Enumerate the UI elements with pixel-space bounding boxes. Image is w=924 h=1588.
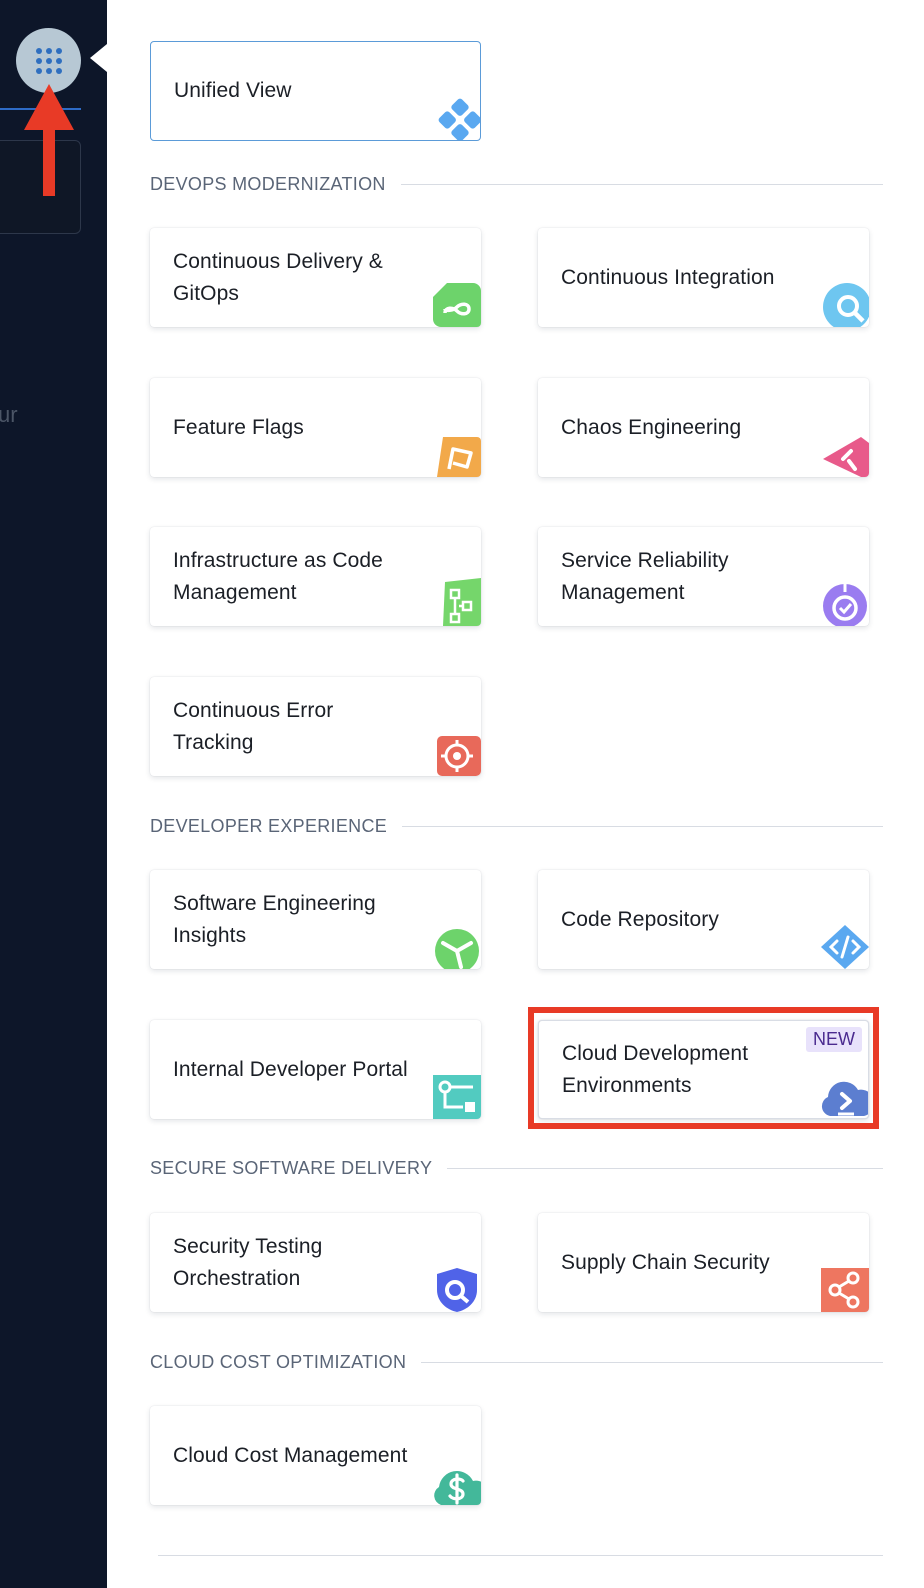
unified-view-icon (438, 98, 480, 140)
infinity-icon (433, 283, 481, 327)
tile-label: Security Testing Orchestration (173, 1234, 323, 1290)
section-devops-modernization: DEVOPS MODERNIZATION (150, 174, 883, 194)
section-title: SECURE SOFTWARE DELIVERY (150, 1157, 433, 1178)
tile-unified-view[interactable]: Unified View (150, 41, 481, 141)
section-divider (447, 1167, 883, 1169)
new-badge: NEW (806, 1027, 862, 1052)
tile-label: Infrastructure as Code Management (173, 548, 383, 604)
shield-search-icon (437, 1268, 477, 1312)
cloud-dollar-icon (434, 1471, 481, 1505)
share-nodes-icon (821, 1268, 869, 1312)
section-title: CLOUD COST OPTIMIZATION (150, 1351, 407, 1372)
tile-label: Cloud Development Environments (562, 1041, 749, 1097)
section-secure-software-delivery: SECURE SOFTWARE DELIVERY (150, 1158, 883, 1178)
left-sidebar: ur (0, 0, 107, 1588)
tile-label: Cloud Cost Management (173, 1443, 408, 1467)
tile-continuous-delivery[interactable]: Continuous Delivery & GitOps (150, 228, 481, 327)
section-title: DEVOPS MODERNIZATION (150, 173, 386, 194)
tile-cloud-development-environments[interactable]: NEW Cloud Development Environments (538, 1020, 869, 1119)
grid-dots-icon (35, 47, 62, 74)
section-title: DEVELOPER EXPERIENCE (150, 815, 388, 836)
chaos-icon (823, 437, 869, 477)
tile-label: Continuous Delivery & GitOps (173, 249, 383, 305)
tile-label: Service Reliability Management (561, 548, 729, 604)
srm-icon (823, 584, 867, 626)
tile-label: Continuous Integration (561, 265, 775, 289)
target-icon (437, 736, 481, 776)
bottom-divider (158, 1555, 883, 1556)
iac-icon (443, 578, 481, 626)
section-divider (402, 825, 883, 827)
tile-continuous-integration[interactable]: Continuous Integration (538, 228, 869, 327)
tile-label: Software Engineering Insights (173, 891, 376, 947)
tile-internal-developer-portal[interactable]: Internal Developer Portal (150, 1020, 481, 1119)
tile-continuous-error-tracking[interactable]: Continuous Error Tracking (150, 677, 481, 776)
tile-feature-flags[interactable]: Feature Flags (150, 378, 481, 477)
tile-label: Feature Flags (173, 415, 304, 439)
tile-supply-chain-security[interactable]: Supply Chain Security (538, 1213, 869, 1312)
tile-label: Internal Developer Portal (173, 1057, 408, 1081)
tile-service-reliability[interactable]: Service Reliability Management (538, 527, 869, 626)
sidebar-faded-text: ur (0, 402, 18, 427)
flag-icon (437, 437, 481, 477)
section-cloud-cost-optimization: CLOUD COST OPTIMIZATION (150, 1352, 883, 1372)
tile-label: Code Repository (561, 907, 719, 931)
sei-icon (435, 929, 479, 969)
tile-infrastructure-as-code[interactable]: Infrastructure as Code Management (150, 527, 481, 626)
section-divider (421, 1361, 883, 1363)
popover-pointer (90, 44, 107, 72)
section-divider (400, 183, 883, 185)
tile-label: Chaos Engineering (561, 415, 742, 439)
tile-label: Continuous Error Tracking (173, 698, 334, 754)
tile-code-repository[interactable]: Code Repository (538, 870, 869, 969)
idp-icon (433, 1075, 481, 1119)
tile-chaos-engineering[interactable]: Chaos Engineering (538, 378, 869, 477)
annotation-arrow (24, 84, 74, 196)
tile-cloud-cost-management[interactable]: Cloud Cost Management (150, 1406, 481, 1505)
code-icon (821, 925, 869, 969)
tile-software-engineering-insights[interactable]: Software Engineering Insights (150, 870, 481, 969)
section-developer-experience: DEVELOPER EXPERIENCE (150, 816, 883, 836)
tile-label: Unified View (174, 79, 292, 102)
tile-security-testing-orchestration[interactable]: Security Testing Orchestration (150, 1213, 481, 1312)
search-build-icon (823, 283, 869, 327)
tile-label: Supply Chain Security (561, 1250, 770, 1274)
cloud-terminal-icon (821, 1081, 868, 1116)
